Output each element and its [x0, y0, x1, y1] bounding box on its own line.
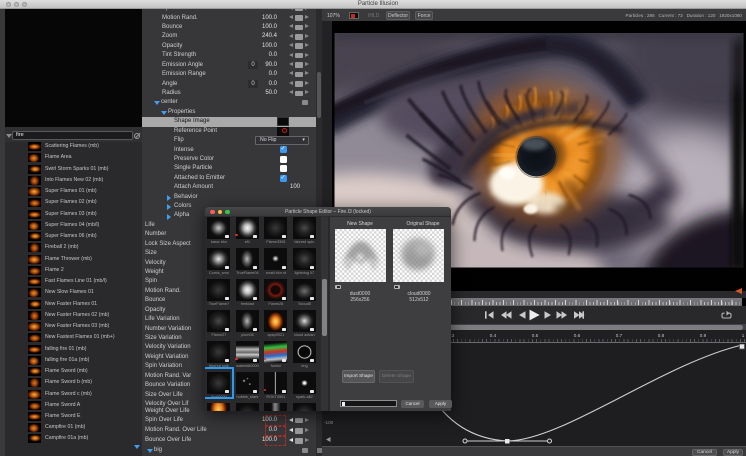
svg-text:-100: -100: [324, 420, 334, 425]
